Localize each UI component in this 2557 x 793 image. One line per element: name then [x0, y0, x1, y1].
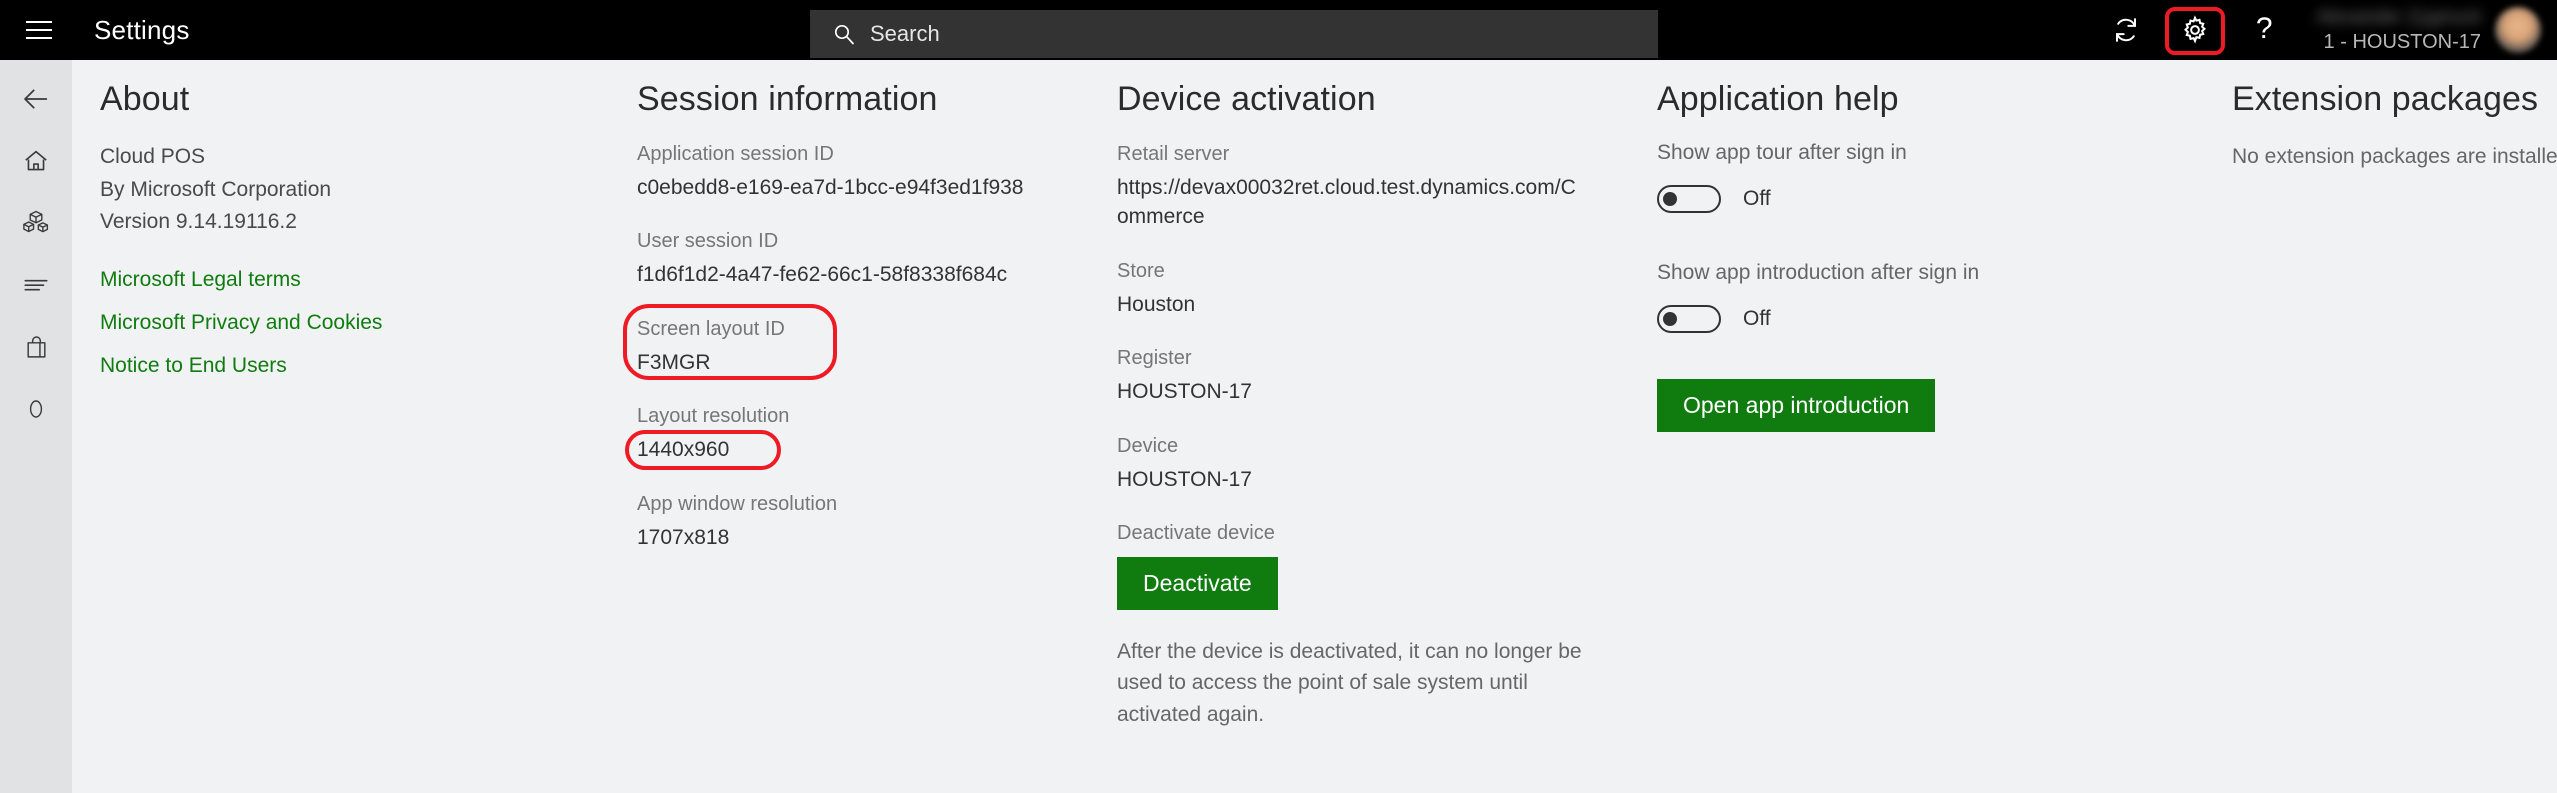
hamburger-line: [26, 21, 52, 23]
about-heading: About: [100, 80, 590, 119]
show-app-tour-row: Off: [1657, 185, 2127, 213]
sidebar-item-status[interactable]: [0, 378, 72, 440]
home-icon: [22, 147, 50, 175]
screen-layout-id-label: Screen layout ID: [637, 316, 1107, 343]
field-store: Store Houston: [1117, 258, 1587, 319]
application-help-column: Application help Show app tour after sig…: [1657, 80, 2127, 432]
field-layout-resolution: Layout resolution 1440x960: [637, 403, 1107, 464]
sidebar-item-products[interactable]: [0, 192, 72, 254]
field-device: Device HOUSTON-17: [1117, 433, 1587, 494]
settings-content: About Cloud POS By Microsoft Corporation…: [72, 60, 2557, 793]
session-heading: Session information: [637, 80, 1107, 119]
search-icon: [832, 22, 856, 46]
extension-packages-heading: Extension packages: [2232, 80, 2557, 119]
header-actions: ? Alexander Zygmunt 1 - HOUSTON-17: [2096, 0, 2557, 60]
app-window-resolution-value: 1707x818: [637, 523, 1107, 552]
sidebar-item-transactions[interactable]: [0, 254, 72, 316]
about-version: Version 9.14.19116.2: [100, 206, 590, 239]
avatar[interactable]: [2495, 7, 2541, 53]
deactivate-note: After the device is deactivated, it can …: [1117, 636, 1587, 731]
session-information-column: Session information Application session …: [637, 80, 1107, 578]
extension-packages-column: Extension packages No extension packages…: [2232, 80, 2557, 174]
register-label: Register: [1117, 345, 1587, 372]
link-microsoft-legal-terms[interactable]: Microsoft Legal terms: [100, 269, 301, 290]
show-app-tour-label: Show app tour after sign in: [1657, 141, 2127, 165]
application-session-id-label: Application session ID: [637, 141, 1107, 168]
store-value: Houston: [1117, 290, 1587, 319]
application-session-id-value: c0ebedd8-e169-ea7d-1bcc-e94f3ed1f938: [637, 173, 1107, 202]
about-column: About Cloud POS By Microsoft Corporation…: [100, 80, 590, 376]
search-input[interactable]: Search: [810, 10, 1658, 58]
device-value: HOUSTON-17: [1117, 465, 1587, 494]
screen-layout-id-value: F3MGR: [637, 348, 1107, 377]
deactivate-section: Deactivate device Deactivate: [1117, 520, 1587, 610]
store-label: Store: [1117, 258, 1587, 285]
field-app-window-resolution: App window resolution 1707x818: [637, 491, 1107, 552]
show-app-introduction-row: Off: [1657, 305, 2127, 333]
device-activation-heading: Device activation: [1117, 80, 1587, 119]
show-app-tour-state: Off: [1743, 187, 1771, 211]
user-session-id-label: User session ID: [637, 228, 1107, 255]
circle-zero-icon: [23, 396, 49, 422]
retail-server-value: https://devax00032ret.cloud.test.dynamic…: [1117, 173, 1582, 232]
toggle-knob: [1663, 312, 1677, 326]
field-screen-layout-id: Screen layout ID F3MGR: [637, 316, 1107, 377]
about-publisher: By Microsoft Corporation: [100, 174, 590, 207]
application-help-heading: Application help: [1657, 80, 2127, 119]
field-user-session-id: User session ID f1d6f1d2-4a47-fe62-66c1-…: [637, 228, 1107, 289]
user-info[interactable]: Alexander Zygmunt 1 - HOUSTON-17: [2316, 0, 2481, 60]
extension-packages-empty-message: No extension packages are installed.: [2232, 141, 2557, 174]
list-lines-icon: [21, 270, 51, 300]
setting-show-app-introduction: Show app introduction after sign in Off: [1657, 261, 2127, 333]
layout-resolution-value: 1440x960: [637, 435, 1107, 464]
show-app-introduction-label: Show app introduction after sign in: [1657, 261, 2127, 285]
hamburger-menu-icon[interactable]: [8, 0, 70, 60]
user-register-label: 1 - HOUSTON-17: [2324, 31, 2481, 54]
settings-gear-button[interactable]: [2156, 0, 2234, 60]
back-arrow-icon: [21, 84, 51, 114]
link-notice-to-end-users[interactable]: Notice to End Users: [100, 355, 287, 376]
link-microsoft-privacy-cookies[interactable]: Microsoft Privacy and Cookies: [100, 312, 382, 333]
toggle-knob: [1663, 192, 1677, 206]
search-placeholder-text: Search: [870, 21, 940, 47]
field-register: Register HOUSTON-17: [1117, 345, 1587, 406]
retail-server-label: Retail server: [1117, 141, 1587, 168]
sidebar-item-home[interactable]: [0, 130, 72, 192]
layout-resolution-label: Layout resolution: [637, 403, 1107, 430]
show-app-introduction-toggle[interactable]: [1657, 305, 1721, 333]
field-application-session-id: Application session ID c0ebedd8-e169-ea7…: [637, 141, 1107, 202]
deactivate-device-label: Deactivate device: [1117, 520, 1587, 547]
products-boxes-icon: [21, 208, 51, 238]
back-button[interactable]: [0, 68, 72, 130]
setting-show-app-tour: Show app tour after sign in Off: [1657, 141, 2127, 213]
register-value: HOUSTON-17: [1117, 377, 1587, 406]
help-icon[interactable]: ?: [2234, 0, 2294, 60]
shopping-bag-icon: [23, 334, 50, 361]
device-label: Device: [1117, 433, 1587, 460]
open-app-introduction-button[interactable]: Open app introduction: [1657, 379, 1935, 432]
user-name-redacted: Alexander Zygmunt: [2316, 7, 2481, 29]
app-window-resolution-label: App window resolution: [637, 491, 1107, 518]
field-retail-server: Retail server https://devax00032ret.clou…: [1117, 141, 1587, 232]
show-app-tour-toggle[interactable]: [1657, 185, 1721, 213]
refresh-icon[interactable]: [2096, 0, 2156, 60]
device-activation-column: Device activation Retail server https://…: [1117, 80, 1587, 730]
about-product: Cloud POS: [100, 141, 590, 174]
page-title: Settings: [94, 15, 190, 46]
gear-icon: [2180, 15, 2210, 45]
sidebar-item-cart[interactable]: [0, 316, 72, 378]
deactivate-button[interactable]: Deactivate: [1117, 557, 1278, 610]
left-navigation-rail: [0, 60, 72, 793]
hamburger-line: [26, 37, 52, 39]
hamburger-line: [26, 29, 52, 31]
show-app-introduction-state: Off: [1743, 307, 1771, 331]
user-session-id-value: f1d6f1d2-4a47-fe62-66c1-58f8338f684c: [637, 260, 1107, 289]
